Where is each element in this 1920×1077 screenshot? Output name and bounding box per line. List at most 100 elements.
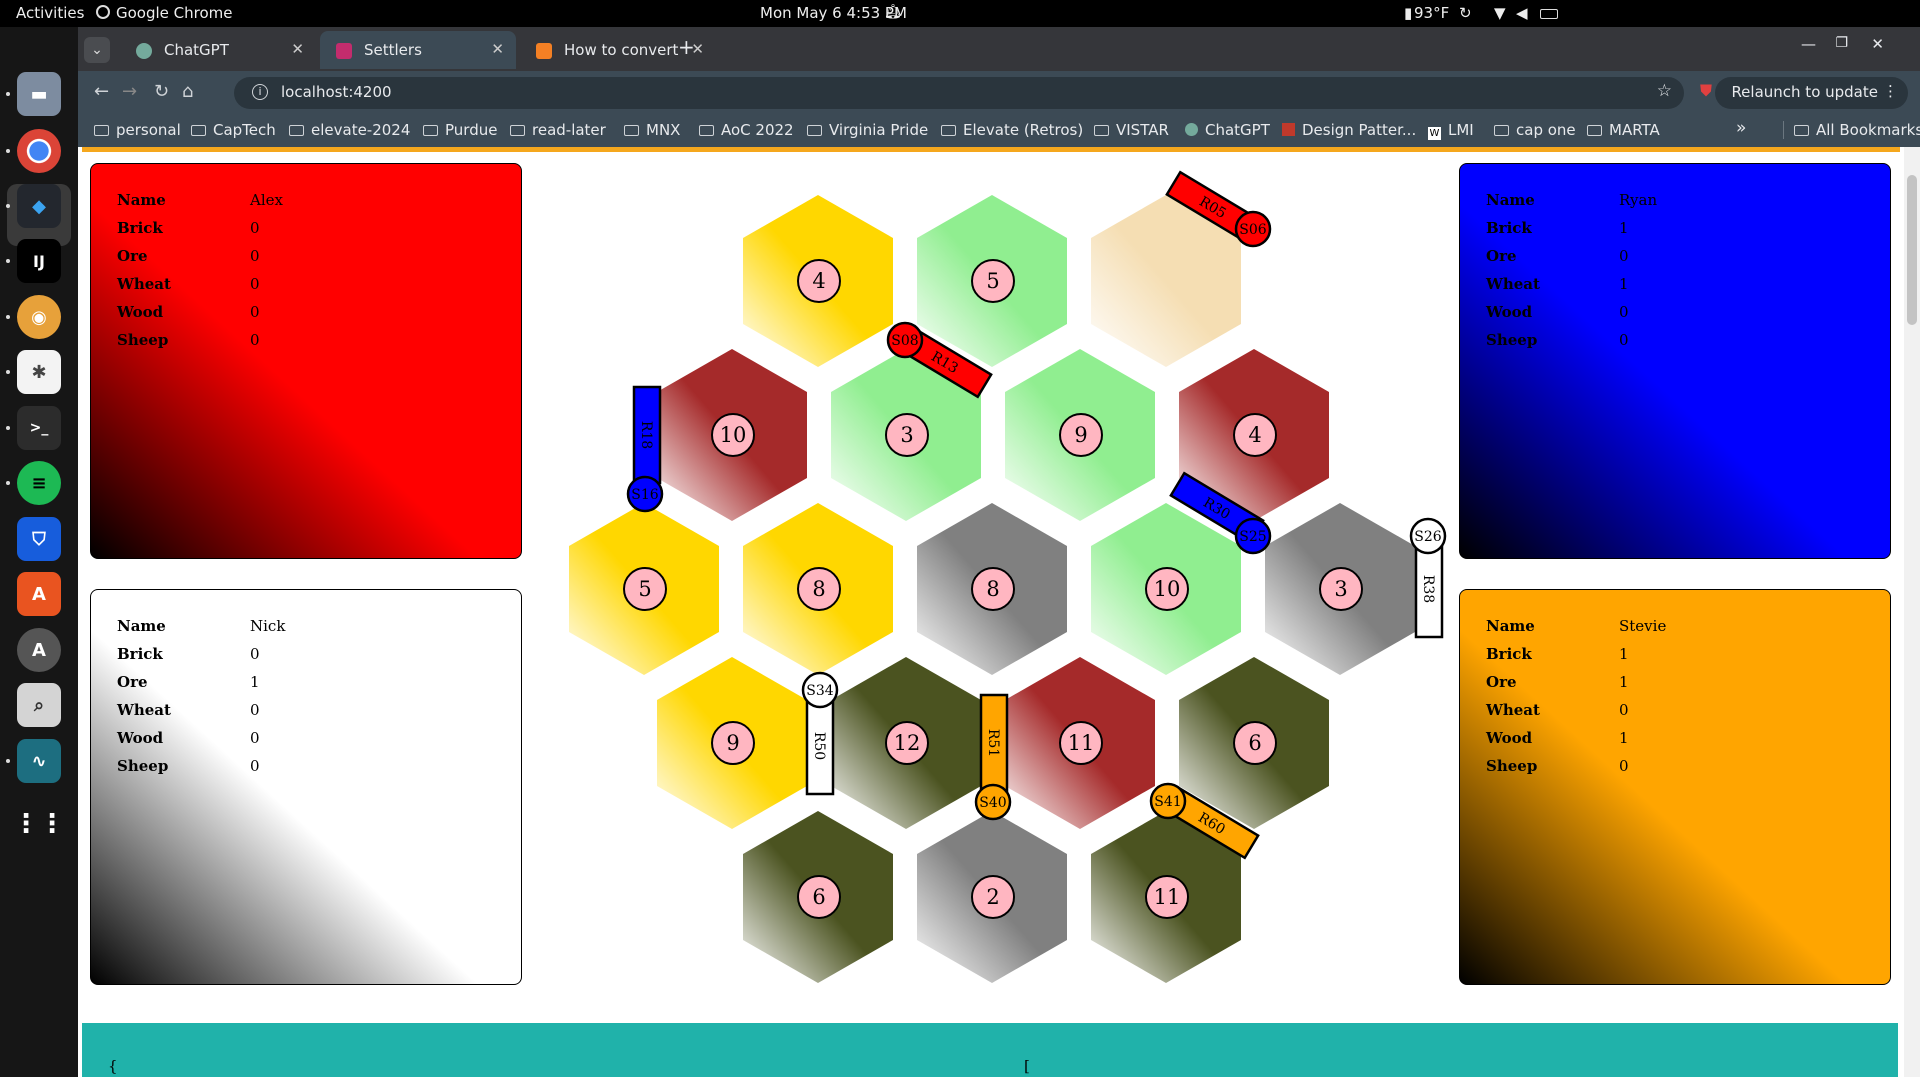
bookmark-folder[interactable]: Purdue [423,121,497,139]
bookmark-folder[interactable]: AoC 2022 [699,121,794,139]
stackoverflow-favicon [536,43,552,59]
folder-icon [807,125,822,136]
bookmark-folder[interactable]: Virginia Pride [807,121,928,139]
road-r51[interactable]: R51 [979,693,1009,793]
dbeaver-icon[interactable]: ✱ [17,350,61,394]
bookmark-folder[interactable]: MNX [624,121,680,139]
chrome-dock-icon[interactable] [17,129,61,173]
dock-running-dot [6,481,10,485]
restore-icon[interactable]: ❐ [1835,35,1848,51]
settlement-label: S08 [891,333,918,349]
bookmark-label: CapTech [213,121,276,139]
tab-chatgpt[interactable]: ChatGPT ✕ [120,31,316,69]
bookmark-label: Virginia Pride [829,121,929,139]
bookmark-label: MARTA [1609,121,1660,139]
dog-app-icon[interactable]: ◉ [17,295,61,339]
ublock-extension-icon[interactable]: ⛊ [1700,81,1712,101]
number-token-label: 6 [1248,731,1261,755]
show-apps-icon[interactable]: ⋮⋮ [13,802,65,846]
wikipedia-icon: W [1428,127,1441,140]
road-label: R50 [811,732,827,760]
design-patterns-icon [1282,123,1295,136]
tab-search-icon[interactable]: ⌄ [84,37,110,63]
bookmark-label: ChatGPT [1205,121,1270,139]
spotify-icon[interactable]: ≡ [17,461,61,505]
chrome-icon [96,5,110,19]
activities-button[interactable]: Activities [16,4,84,22]
temperature[interactable]: 93°F [1414,4,1449,22]
bookmark-label: read-later [532,121,606,139]
more-bookmarks-icon[interactable]: » [1736,118,1746,138]
settlement-label: S41 [1154,794,1181,810]
bookmark-folder[interactable]: VISTAR [1094,121,1169,139]
update-icon[interactable]: ↻ [1459,4,1472,22]
bookmark-star-icon[interactable]: ☆ [1657,81,1672,101]
back-icon[interactable]: ← [94,81,109,102]
number-token-label: 11 [1068,731,1095,755]
road-r18[interactable]: R18 [632,385,662,485]
page-scrollbar[interactable] [1904,147,1920,1077]
bookmark-folder[interactable]: MARTA [1587,121,1660,139]
thermometer-icon: ▮ [1404,4,1413,22]
dock-running-dot [6,204,10,208]
bell-icon[interactable]: 🔔︎ [884,4,902,20]
close-icon[interactable]: ✕ [291,40,304,58]
window-close-icon[interactable]: ✕ [1871,35,1884,53]
magnifier-icon[interactable]: ⌕ [17,683,61,727]
relaunch-button[interactable]: Relaunch to update ⋮ [1715,77,1908,109]
bookmark-folder[interactable]: cap one [1494,121,1576,139]
dock-running-dot [6,426,10,430]
vscode-icon[interactable]: ◆ [17,184,61,228]
wifi-icon[interactable]: ▼ [1494,4,1506,22]
bookmark-folder[interactable]: Elevate (Retros) [941,121,1083,139]
site-info-icon[interactable]: i [252,84,268,100]
bookmark-chatgpt[interactable]: ChatGPT [1185,121,1270,139]
software-center-icon[interactable]: A [17,572,61,616]
updater-icon[interactable]: A [17,628,61,672]
intellij-icon[interactable]: IJ [17,239,61,283]
number-token-label: 5 [638,577,651,601]
dock-running-dot [6,759,10,763]
menu-dots-icon[interactable]: ⋮ [1883,82,1898,100]
road-r38[interactable]: R38 [1414,539,1444,639]
road-r50[interactable]: R50 [805,696,835,796]
tab-label: Settlers [364,41,422,59]
scrollbar-thumb[interactable] [1907,175,1917,325]
bookmark-label: AoC 2022 [721,121,794,139]
folder-icon [699,125,714,136]
tab-settlers[interactable]: Settlers ✕ [320,31,516,69]
game-board[interactable]: 4 510 3 9 45 8 8 10 39 12 11 66 2 11R05R13R18R30R38R5… [78,147,1920,1077]
dock: ▬ ◆ IJ ◉ ✱ >_ ≡ ⛉ A A ⌕ ∿ ⋮⋮ [0,27,78,1077]
forward-icon[interactable]: → [122,81,137,102]
folder-icon [1494,125,1509,136]
close-icon[interactable]: ✕ [491,40,504,58]
number-token-label: 2 [986,885,999,909]
dock-running-dot [6,370,10,374]
app-menu[interactable]: Google Chrome [116,4,233,22]
home-icon[interactable]: ⌂ [182,81,193,102]
bookmark-design-patterns[interactable]: Design Patter... [1282,121,1416,139]
reload-icon[interactable]: ↻ [154,81,169,102]
new-tab-icon[interactable]: + [678,35,695,59]
all-bookmarks[interactable]: All Bookmarks [1783,121,1920,139]
bookmark-folder[interactable]: read-later [510,121,606,139]
address-bar[interactable]: i localhost:4200 ☆ [234,77,1684,109]
minimize-icon[interactable]: — [1801,35,1816,53]
battery-icon[interactable] [1540,9,1558,19]
terminal-icon[interactable]: >_ [17,406,61,450]
dock-running-dot [6,149,10,153]
volume-icon[interactable]: ◀︎ [1516,4,1528,22]
folder-icon [1794,125,1809,136]
system-top-bar: Activities Google Chrome Mon May 6 4:53 … [0,0,1920,27]
number-token-label: 6 [812,885,825,909]
bookmark-folder[interactable]: elevate-2024 [289,121,410,139]
bookmark-folder[interactable]: personal [94,121,181,139]
bitwarden-icon[interactable]: ⛉ [17,517,61,561]
number-token-label: 9 [1074,423,1087,447]
bookmark-lmi[interactable]: W LMI [1428,121,1474,140]
number-token-label: 11 [1154,885,1181,909]
bookmark-folder[interactable]: CapTech [191,121,276,139]
files-icon[interactable]: ▬ [17,72,61,116]
system-monitor-icon[interactable]: ∿ [17,739,61,783]
settlement-label: S06 [1239,222,1266,238]
